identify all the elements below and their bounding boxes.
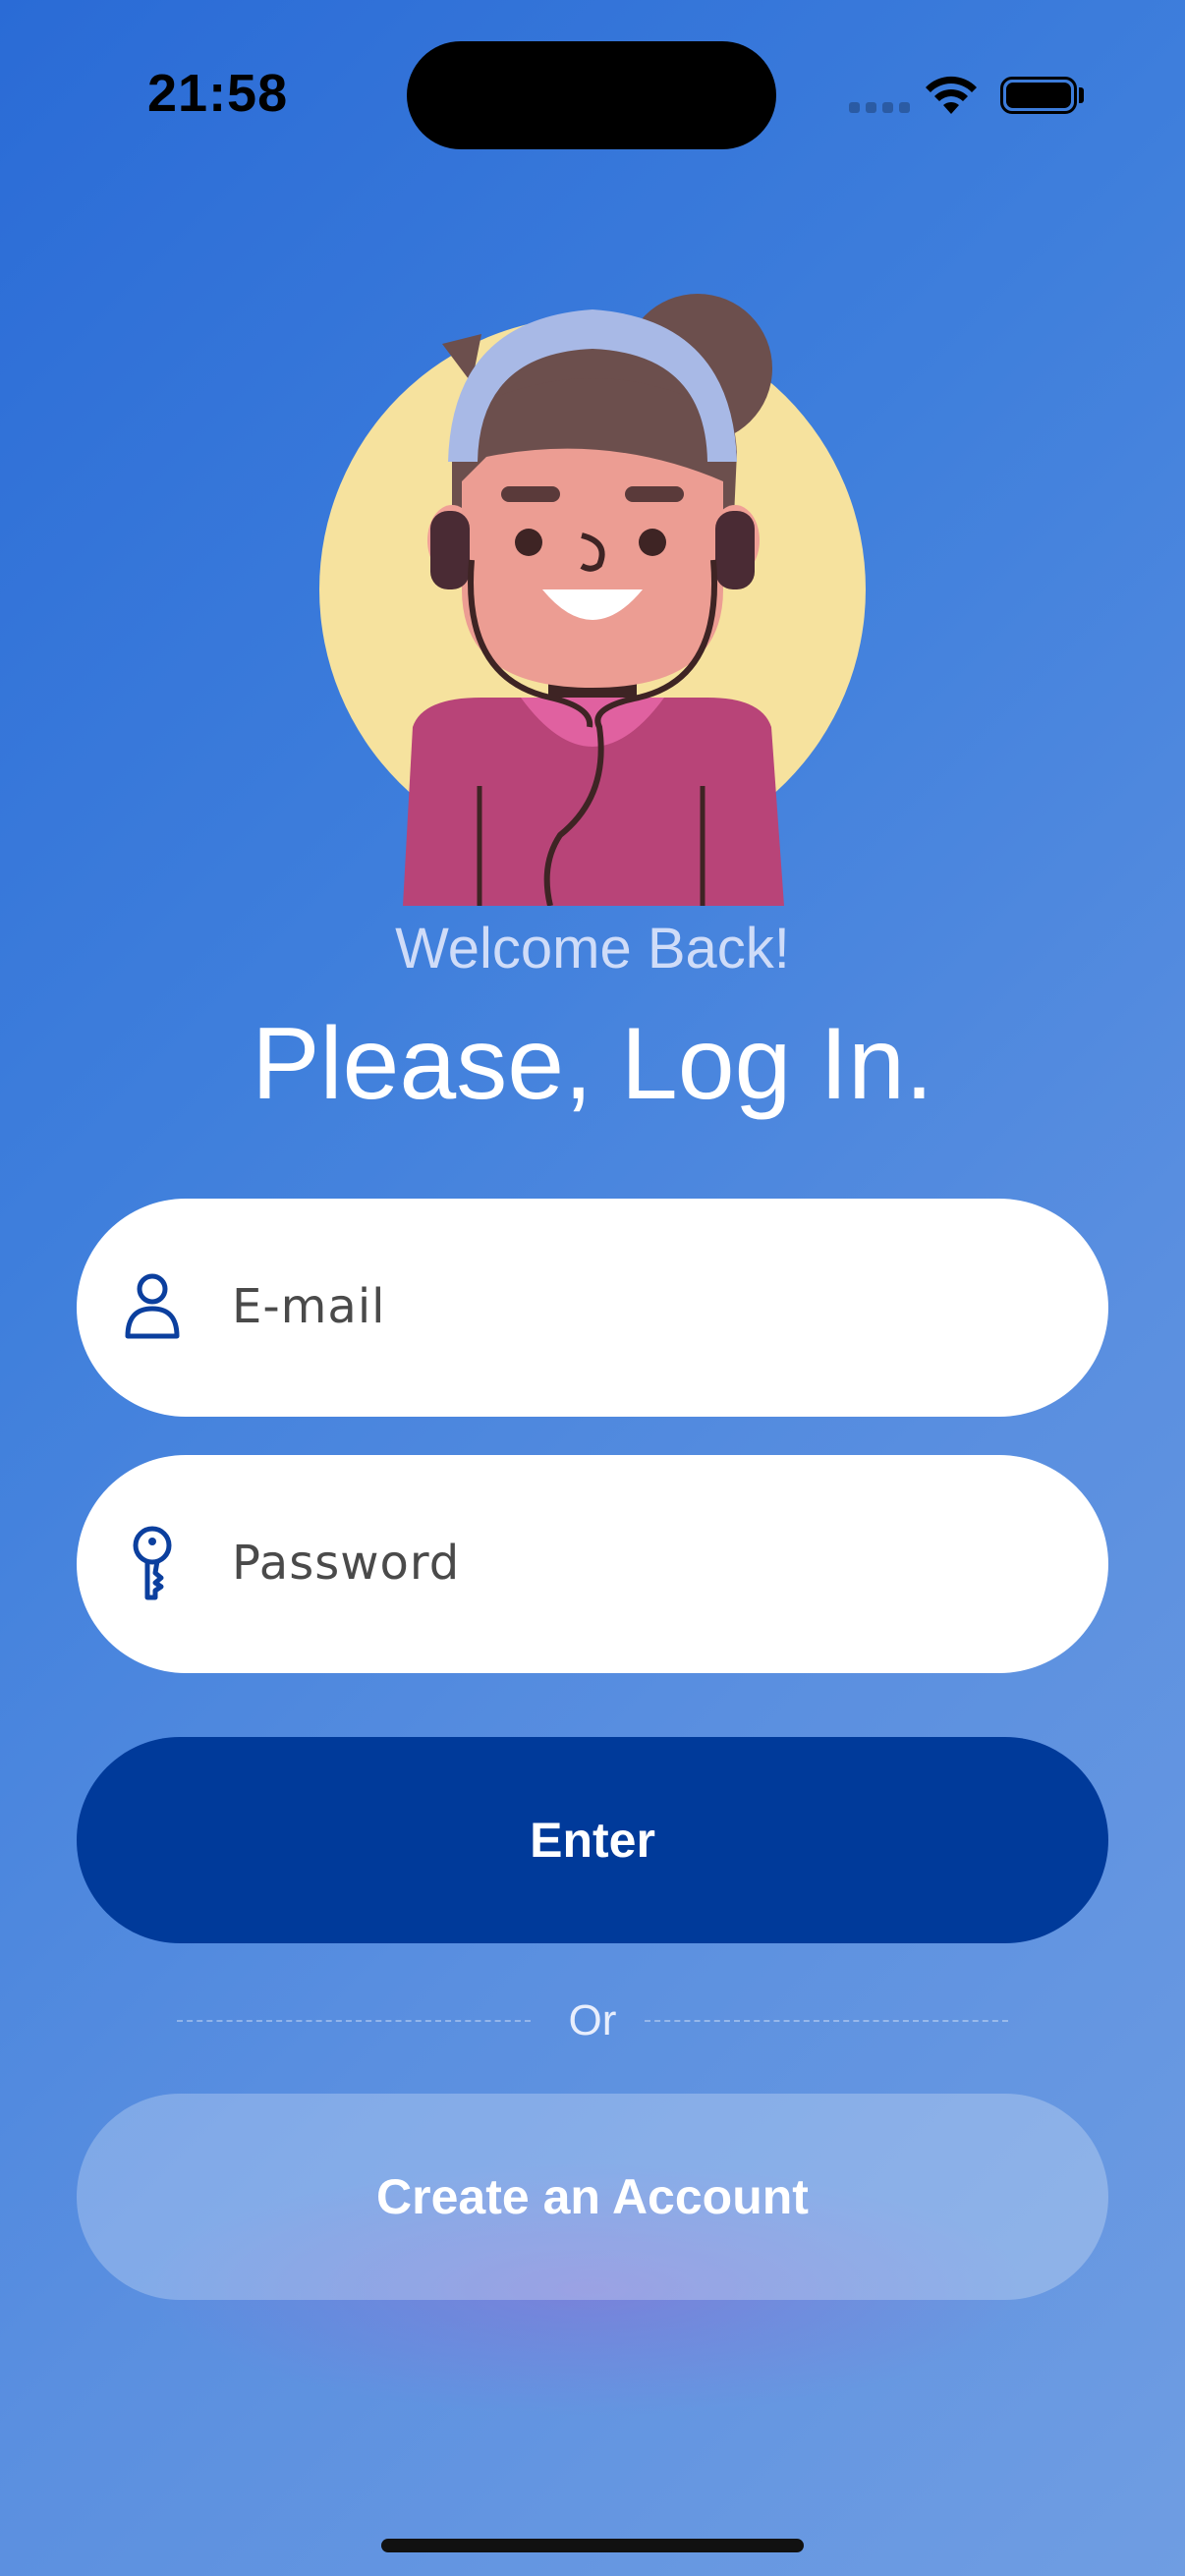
email-input[interactable] — [232, 1258, 1057, 1356]
wifi-icon — [926, 76, 977, 114]
enter-button[interactable]: Enter — [77, 1737, 1108, 1943]
user-avatar-illustration — [319, 294, 866, 906]
signal-icon — [849, 102, 910, 113]
divider-line-right — [645, 2020, 1008, 2022]
home-indicator[interactable] — [381, 2539, 804, 2552]
email-field[interactable] — [77, 1199, 1108, 1417]
key-icon — [133, 1526, 172, 1600]
password-field[interactable] — [77, 1455, 1108, 1673]
password-input[interactable] — [232, 1514, 1057, 1612]
user-icon — [125, 1273, 180, 1339]
or-divider: Or — [177, 1992, 1008, 2051]
create-account-button[interactable]: Create an Account — [77, 2094, 1108, 2300]
dynamic-island — [407, 41, 776, 149]
battery-icon — [1000, 77, 1077, 114]
page-title: Please, Log In. — [252, 1007, 933, 1121]
status-time: 21:58 — [147, 64, 289, 123]
battery-nub — [1079, 87, 1084, 103]
welcome-subtitle: Welcome Back! — [395, 917, 790, 980]
